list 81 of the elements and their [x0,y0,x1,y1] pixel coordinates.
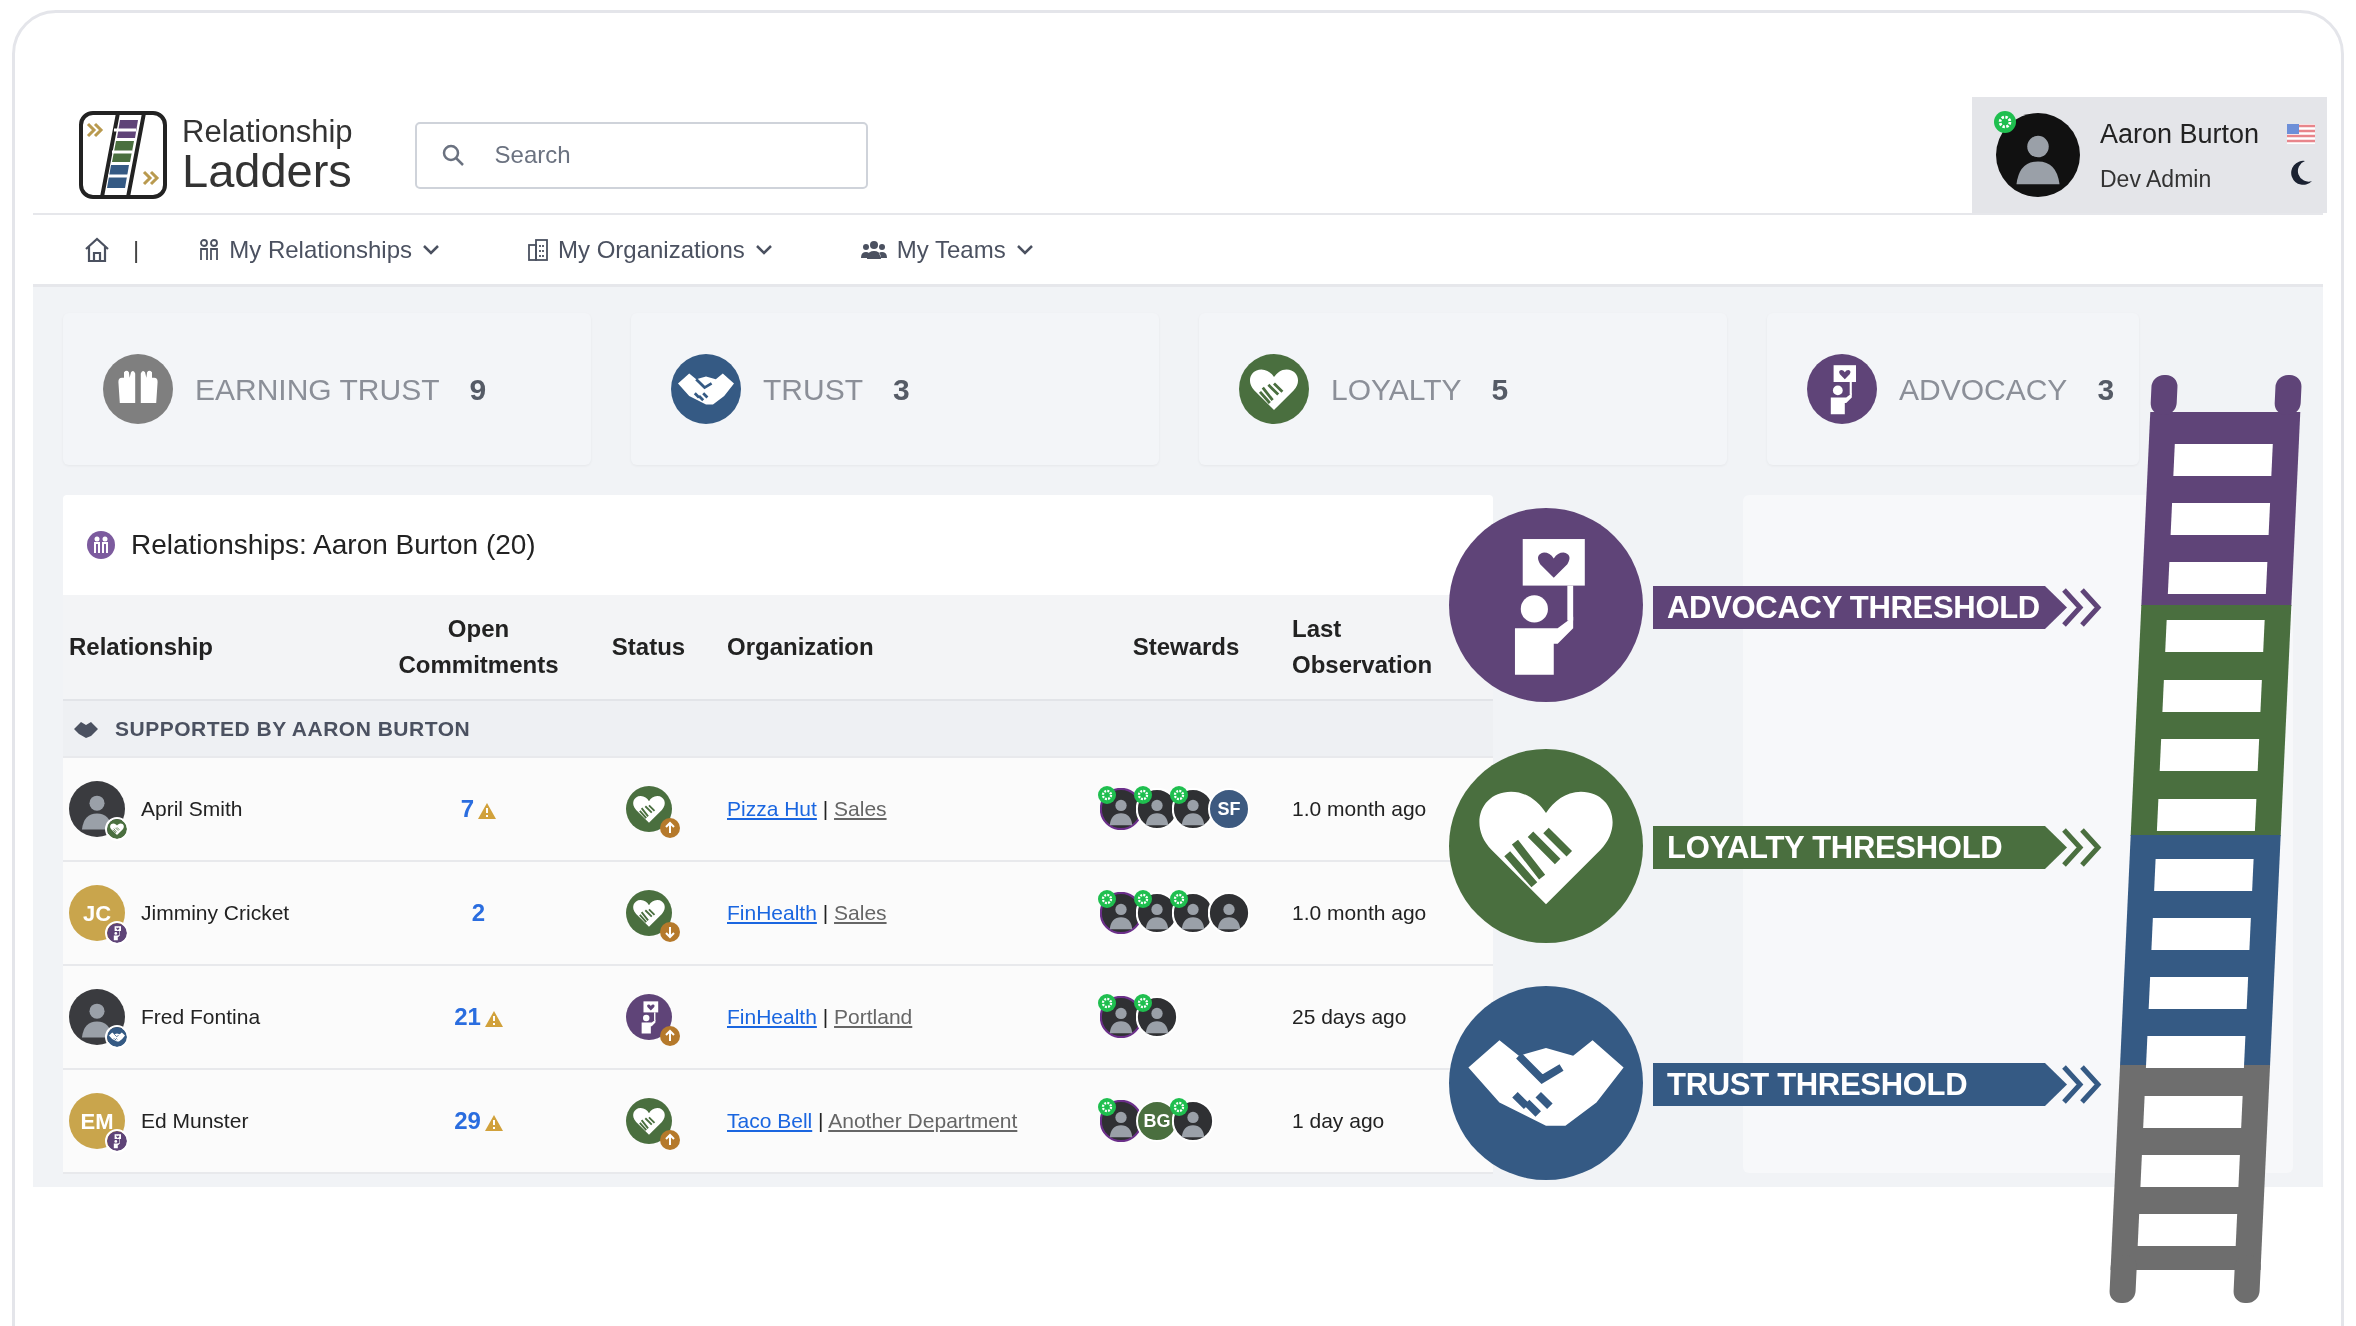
person-avatar[interactable] [69,781,125,837]
user-card[interactable]: Aaron Burton Dev Admin [1972,97,2327,213]
nav-separator: | [133,234,140,265]
commitment-count[interactable]: 21 [454,1003,481,1030]
gear-badge-icon [1098,994,1116,1012]
link-separator: | [818,1109,824,1133]
link-separator: | [822,797,829,821]
moon-icon[interactable] [2289,160,2314,186]
gear-badge-icon [1170,890,1188,908]
stage-card[interactable]: TRUST 3 [631,313,1159,465]
person-name[interactable]: Ed Munster [141,1105,249,1137]
department-link[interactable]: Sales [834,901,887,925]
organization-link[interactable]: Taco Bell [727,1109,813,1133]
stage-card[interactable]: EARNING TRUST 9 [63,313,591,465]
organization-link[interactable]: FinHealth [727,901,817,925]
home-icon[interactable] [83,236,111,263]
threshold-banner: TRUST THRESHOLD [1653,1063,2067,1106]
commitment-count[interactable]: 2 [471,899,486,926]
last-observation: 1.0 month ago [1292,901,1427,925]
person-avatar[interactable] [69,989,125,1045]
card-title: Relationships: Aaron Burton (20) [131,528,536,562]
gear-badge-icon [1134,994,1152,1012]
column-header: Stewards [1086,595,1286,700]
last-observation: 25 days ago [1292,1005,1407,1029]
steward-initials[interactable]: SF [1208,788,1250,830]
flag-icon[interactable] [2287,124,2316,144]
brand-name: Relationship [182,116,353,147]
stage-label: TRUST [763,371,863,408]
group-heading: SUPPORTED BY AARON BURTON [115,715,471,742]
link-separator: | [822,901,829,925]
gear-badge-icon [1994,111,2016,133]
column-header: Relationship [63,595,381,700]
gear-badge-icon [1098,890,1116,908]
last-observation: 1.0 month ago [1292,797,1427,821]
department-link[interactable]: Sales [834,797,887,821]
stage-label: LOYALTY [1331,371,1462,408]
column-header: Organization [721,595,1086,700]
person-name[interactable]: Fred Fontina [141,1001,261,1033]
chevron-down-icon [1015,243,1034,256]
chevron-down-icon [754,243,773,256]
nav-menu[interactable]: My Teams [860,231,1034,268]
stage-card[interactable]: LOYALTY 5 [1199,313,1727,465]
organization-link[interactable]: FinHealth [727,1005,817,1029]
department-link[interactable]: Another Department [828,1109,1018,1133]
nav-menu[interactable]: My Organizations [528,231,773,268]
commitment-count[interactable]: 7 [460,795,475,822]
threshold-banner: LOYALTY THRESHOLD [1653,826,2067,869]
user-role: Dev Admin [2100,165,2213,194]
people-icon [199,238,220,261]
gear-badge-icon [1098,786,1116,804]
stage-count: 3 [893,371,910,408]
stage-count: 3 [2097,371,2115,408]
people-badge-icon [87,531,115,559]
nav-menu[interactable]: My Relationships [199,231,440,268]
search-icon [440,142,465,167]
chevron-down-icon [422,243,440,256]
gear-badge-icon [1098,1098,1116,1116]
column-header: Status [576,595,721,700]
group-icon [860,239,887,260]
last-observation: 1 day ago [1292,1109,1385,1133]
person-name[interactable]: April Smith [141,793,243,825]
commitment-count[interactable]: 29 [454,1107,481,1134]
link-separator: | [822,1005,829,1029]
stage-count: 9 [469,371,487,408]
gear-badge-icon [1170,786,1188,804]
stage-count: 5 [1491,371,1509,408]
building-icon [528,238,548,261]
gear-badge-icon [1170,1098,1188,1116]
gear-badge-icon [1134,890,1152,908]
stage-card[interactable]: ADVOCACY 3 [1767,313,2139,465]
person-name[interactable]: Jimminy Cricket [141,897,290,929]
search-field[interactable]: Search [414,121,868,189]
organization-link[interactable]: Pizza Hut [727,797,817,821]
stage-label: ADVOCACY [1899,371,2068,408]
gear-badge-icon [1134,786,1152,804]
column-header: Open Commitments [381,595,576,700]
stage-label: EARNING TRUST [195,371,440,408]
threshold-banner: ADVOCACY THRESHOLD [1653,586,2067,629]
department-link[interactable]: Portland [834,1005,913,1029]
user-name: Aaron Burton [2100,117,2260,151]
ladder-logo[interactable] [78,110,168,200]
